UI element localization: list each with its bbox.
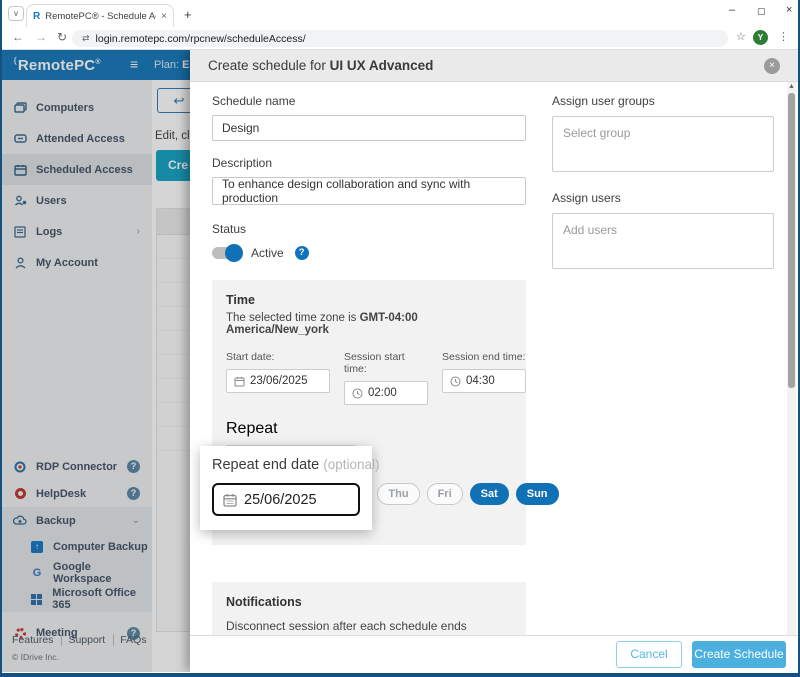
back-nav-icon[interactable]: ← [12, 30, 24, 44]
disconnect-text: Disconnect session after each schedule e… [226, 619, 512, 633]
reload-icon[interactable]: ↻ [57, 30, 67, 44]
status-value: Active [251, 246, 284, 260]
clock-icon [352, 388, 363, 399]
status-label: Status [212, 222, 526, 236]
day-thu-pill[interactable]: Thu [377, 483, 419, 505]
browser-tab[interactable]: R RemotePC® - Schedule Access × [26, 4, 174, 27]
app-page: ⟮RemotePC® ≡ Plan: Ente Computers Attend… [2, 50, 798, 672]
browser-chrome: v R RemotePC® - Schedule Access × + – ▢ … [2, 0, 798, 50]
description-label: Description [212, 156, 526, 170]
day-sat-pill[interactable]: Sat [470, 483, 509, 505]
repeat-end-date-popup: Repeat end date (optional) 25/06/2025 [200, 446, 372, 530]
repeat-label: Repeat [226, 420, 512, 438]
browser-toolbar: ← → ↻ ⇄ login.remotepc.com/rpcnew/schedu… [2, 28, 798, 49]
tab-strip: v R RemotePC® - Schedule Access × + – ▢ … [2, 0, 798, 28]
day-sun-pill[interactable]: Sun [516, 483, 559, 505]
assign-users-label: Assign users [552, 191, 774, 205]
notifications-section: Notifications Disconnect session after e… [212, 582, 526, 635]
schedule-name-input[interactable]: Design [212, 115, 526, 141]
time-heading: Time [226, 293, 512, 307]
modal-close-icon[interactable]: × [764, 58, 780, 74]
assign-groups-label: Assign user groups [552, 94, 774, 108]
description-input[interactable]: To enhance design collaboration and sync… [212, 177, 526, 205]
url-text: login.remotepc.com/rpcnew/scheduleAccess… [96, 33, 306, 45]
new-tab-button[interactable]: + [184, 7, 192, 22]
session-end-input[interactable]: 04:30 [442, 369, 526, 393]
assign-groups-input[interactable]: Select group [552, 116, 774, 172]
site-info-icon[interactable]: ⇄ [82, 33, 90, 44]
modal-footer: Cancel Create Schedule [190, 635, 798, 672]
modal-body: Schedule name Design Description To enha… [190, 82, 798, 635]
timezone-text: The selected time zone is GMT-04:00 Amer… [226, 312, 512, 336]
day-fri-pill[interactable]: Fri [427, 483, 463, 505]
calendar-icon [223, 493, 237, 507]
scroll-up-icon[interactable]: ▲ [788, 83, 795, 90]
modal-header: Create schedule for UI UX Advanced × [190, 50, 798, 82]
tab-close-icon[interactable]: × [161, 11, 167, 22]
modal-right-column: Assign user groups Select group Assign u… [552, 94, 774, 269]
profile-avatar[interactable]: Y [753, 30, 768, 45]
remotepc-favicon-icon: R [33, 11, 40, 22]
status-help-icon[interactable]: ? [295, 246, 309, 260]
modal-title: Create schedule for UI UX Advanced [208, 58, 433, 73]
create-schedule-button[interactable]: Create Schedule [692, 641, 786, 668]
url-bar[interactable]: ⇄ login.remotepc.com/rpcnew/scheduleAcce… [72, 30, 728, 47]
tab-search-button[interactable]: v [8, 6, 24, 21]
calendar-icon [234, 376, 245, 387]
cancel-button[interactable]: Cancel [616, 641, 682, 668]
session-start-input[interactable]: 02:00 [344, 381, 428, 405]
repeat-end-date-title: Repeat end date (optional) [212, 457, 360, 473]
window-minimize-button[interactable]: – [729, 4, 735, 16]
schedule-name-label: Schedule name [212, 94, 526, 108]
create-schedule-modal: Create schedule for UI UX Advanced × Sch… [190, 50, 798, 672]
forward-nav-icon[interactable]: → [35, 30, 47, 44]
modal-scrollbar[interactable]: ▲ [787, 82, 796, 635]
start-date-label: Start date: [226, 351, 330, 363]
assign-users-input[interactable]: Add users [552, 213, 774, 269]
session-start-label: Session start time: [344, 351, 428, 375]
clock-icon [450, 376, 461, 387]
repeat-end-date-input[interactable]: 25/06/2025 [212, 483, 360, 516]
start-date-input[interactable]: 23/06/2025 [226, 369, 330, 393]
notifications-heading: Notifications [226, 595, 512, 609]
scrollbar-thumb[interactable] [788, 93, 795, 388]
status-toggle[interactable] [212, 247, 240, 259]
browser-menu-icon[interactable]: ⋮ [778, 30, 789, 43]
bookmark-star-icon[interactable]: ☆ [736, 30, 746, 43]
tab-title: RemotePC® - Schedule Access [45, 11, 156, 22]
window-close-button[interactable]: × [786, 4, 792, 16]
modal-left-column: Schedule name Design Description To enha… [212, 94, 526, 635]
window-maximize-button[interactable]: ▢ [757, 6, 766, 17]
session-end-label: Session end time: [442, 351, 526, 363]
